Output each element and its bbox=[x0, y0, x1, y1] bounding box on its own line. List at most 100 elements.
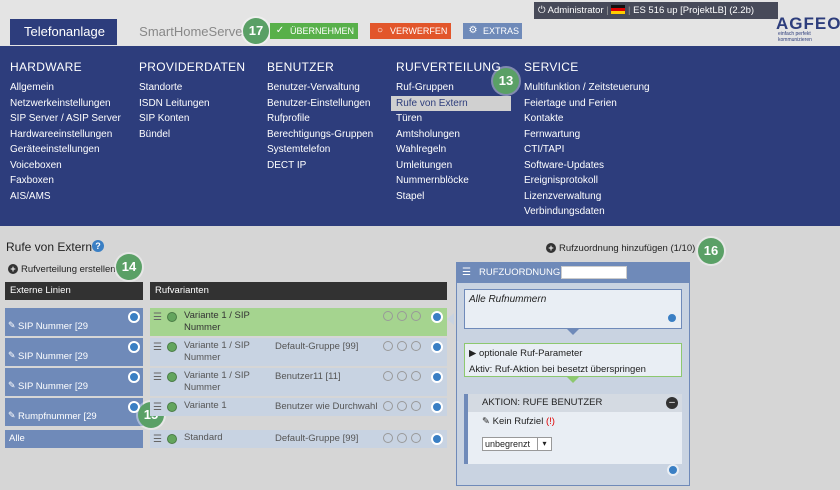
nav-heading-benutzer[interactable]: BENUTZER bbox=[267, 60, 373, 74]
externe-line-all[interactable]: Alle bbox=[5, 430, 143, 448]
discard-label: VERWERFEN bbox=[390, 26, 448, 36]
nav-item[interactable]: Stapel bbox=[396, 189, 511, 205]
duration-select[interactable]: unbegrenzt ▾ bbox=[482, 437, 552, 451]
optional-params-toggle[interactable]: ▶ optionale Ruf-Parameter bbox=[469, 348, 582, 359]
nav-heading-rufverteilung[interactable]: RUFVERTEILUNG bbox=[396, 60, 511, 74]
nav-item[interactable]: Benutzer-Einstellungen bbox=[267, 96, 373, 112]
nav-item[interactable]: Multifunktion / Zeitsteuerung bbox=[524, 80, 650, 96]
variant-row[interactable]: ☰ Variante 1 / SIP Nummer Benutzer11 [11] bbox=[150, 368, 447, 396]
nav-item[interactable]: Umleitungen bbox=[396, 158, 511, 174]
nav-item[interactable]: Systemtelefon bbox=[267, 142, 373, 158]
nav-item[interactable]: Voiceboxen bbox=[10, 158, 121, 174]
nav-item[interactable]: Fernwartung bbox=[524, 127, 650, 143]
settings-icon[interactable] bbox=[667, 464, 679, 476]
drag-handle-icon[interactable]: ☰ bbox=[153, 312, 162, 323]
no-target-label: Kein Rufziel bbox=[492, 416, 544, 427]
externe-line-item[interactable]: ✎ Rumpfnummer [29 bbox=[5, 398, 143, 426]
remove-icon[interactable]: – bbox=[666, 397, 678, 409]
warning-text: (!) bbox=[545, 416, 555, 427]
settings-icon[interactable] bbox=[431, 311, 443, 323]
flag-icon[interactable] bbox=[611, 5, 626, 14]
nav-item[interactable]: Amtsholungen bbox=[396, 127, 511, 143]
settings-icon[interactable] bbox=[431, 371, 443, 383]
nav-item[interactable]: Standorte bbox=[139, 80, 245, 96]
line-all-label: Alle bbox=[9, 433, 25, 444]
drag-handle-icon[interactable]: ☰ bbox=[153, 372, 162, 383]
nav-item[interactable]: Berechtigungs-Gruppen bbox=[267, 127, 373, 143]
nav-item[interactable]: Ereignisprotokoll bbox=[524, 173, 650, 189]
rufziel-line[interactable]: ✎ Kein Rufziel (!) bbox=[482, 416, 555, 427]
settings-icon[interactable] bbox=[128, 341, 140, 353]
nav-item[interactable]: Verbindungsdaten bbox=[524, 204, 650, 220]
nav-item[interactable]: Software-Updates bbox=[524, 158, 650, 174]
pencil-icon[interactable]: ✎ bbox=[8, 410, 16, 421]
variant-controls[interactable] bbox=[383, 371, 427, 381]
nav-item[interactable]: DECT IP bbox=[267, 158, 373, 174]
apply-button[interactable]: ✓ ÜBERNEHMEN bbox=[270, 23, 358, 39]
nav-item[interactable]: Rufprofile bbox=[267, 111, 373, 127]
create-distribution-link[interactable]: + Rufverteilung erstellen bbox=[8, 264, 116, 275]
nav-item[interactable]: Hardwareeinstellungen bbox=[10, 127, 121, 143]
settings-icon[interactable] bbox=[431, 341, 443, 353]
variant-group: Benutzer wie Durchwahl bbox=[275, 401, 378, 412]
variant-row[interactable]: ☰ Standard Default-Gruppe [99] bbox=[150, 430, 447, 448]
nav-item[interactable]: Feiertage und Ferien bbox=[524, 96, 650, 112]
nav-item-selected[interactable]: Rufe von Extern bbox=[391, 95, 511, 111]
nav-item[interactable]: Kontakte bbox=[524, 111, 650, 127]
all-numbers-box[interactable]: Alle Rufnummern bbox=[464, 289, 682, 329]
chevron-down-icon[interactable]: ▾ bbox=[537, 438, 551, 450]
variant-row[interactable]: ☰ Variante 1 / SIP Nummer Default-Gruppe … bbox=[150, 338, 447, 366]
nav-item[interactable]: Benutzer-Verwaltung bbox=[267, 80, 373, 96]
nav-item[interactable]: Bündel bbox=[139, 127, 245, 143]
line-label: SIP Nummer [29 bbox=[18, 321, 89, 332]
externe-line-item[interactable]: ✎ SIP Nummer [29 bbox=[5, 368, 143, 396]
tab-telefonanlage[interactable]: Telefonanlage bbox=[10, 19, 117, 45]
nav-item[interactable]: Allgemein bbox=[10, 80, 121, 96]
nav-item[interactable]: Geräteeinstellungen bbox=[10, 142, 121, 158]
pencil-icon[interactable]: ✎ bbox=[8, 380, 16, 391]
variant-controls[interactable] bbox=[383, 341, 427, 351]
variant-controls[interactable] bbox=[383, 401, 427, 411]
nav-heading-hardware[interactable]: HARDWARE bbox=[10, 60, 121, 74]
nav-item[interactable]: Netzwerkeinstellungen bbox=[10, 96, 121, 112]
nav-heading-providerdaten[interactable]: PROVIDERDATEN bbox=[139, 60, 245, 74]
help-icon[interactable]: ? bbox=[92, 240, 104, 252]
variant-row[interactable]: ☰ Variante 1 / SIP Nummer bbox=[150, 308, 447, 336]
discard-button[interactable]: ○ VERWERFEN bbox=[370, 23, 451, 39]
nav-item[interactable]: Nummernblöcke bbox=[396, 173, 511, 189]
variant-controls[interactable] bbox=[383, 433, 427, 443]
nav-item[interactable]: SIP Server / ASIP Server bbox=[10, 111, 121, 127]
drag-handle-icon[interactable]: ☰ bbox=[153, 342, 162, 353]
variant-row[interactable]: ☰ Variante 1 Benutzer wie Durchwahl bbox=[150, 398, 447, 416]
externe-line-item[interactable]: ✎ SIP Nummer [29 bbox=[5, 308, 143, 336]
pencil-icon[interactable]: ✎ bbox=[8, 350, 16, 361]
nav-item[interactable]: Lizenzverwaltung bbox=[524, 189, 650, 205]
settings-icon[interactable] bbox=[431, 433, 443, 445]
nav-item[interactable]: Türen bbox=[396, 111, 511, 127]
nav-item[interactable]: CTI/TAPI bbox=[524, 142, 650, 158]
extras-button[interactable]: ⚙ EXTRAS bbox=[463, 23, 522, 39]
nav-item[interactable]: AIS/AMS bbox=[10, 189, 121, 205]
optional-params-box[interactable]: ▶ optionale Ruf-Parameter Aktiv: Ruf-Akt… bbox=[464, 343, 682, 377]
externe-line-item[interactable]: ✎ SIP Nummer [29 bbox=[5, 338, 143, 366]
pencil-icon[interactable]: ✎ bbox=[482, 416, 490, 427]
drag-handle-icon[interactable]: ☰ bbox=[462, 263, 471, 283]
variant-controls[interactable] bbox=[383, 311, 427, 321]
nav-item[interactable]: Faxboxen bbox=[10, 173, 121, 189]
power-icon[interactable]: ⏻ bbox=[538, 5, 546, 16]
settings-icon[interactable] bbox=[666, 312, 678, 324]
badge-16: 16 bbox=[698, 238, 724, 264]
pencil-icon[interactable]: ✎ bbox=[8, 320, 16, 331]
rufzuordnung-name-input[interactable] bbox=[561, 266, 627, 279]
nav-item[interactable]: Wahlregeln bbox=[396, 142, 511, 158]
add-assignment-link[interactable]: + Rufzuordnung hinzufügen (1/10) bbox=[546, 243, 695, 254]
user-bar[interactable]: ⏻ Administrator | | ES 516 up [ProjektLB… bbox=[534, 2, 778, 19]
nav-item[interactable]: ISDN Leitungen bbox=[139, 96, 245, 112]
drag-handle-icon[interactable]: ☰ bbox=[153, 434, 162, 445]
drag-handle-icon[interactable]: ☰ bbox=[153, 402, 162, 413]
settings-icon[interactable] bbox=[128, 311, 140, 323]
settings-icon[interactable] bbox=[431, 401, 443, 413]
nav-item[interactable]: SIP Konten bbox=[139, 111, 245, 127]
nav-heading-service[interactable]: SERVICE bbox=[524, 60, 650, 74]
settings-icon[interactable] bbox=[128, 371, 140, 383]
